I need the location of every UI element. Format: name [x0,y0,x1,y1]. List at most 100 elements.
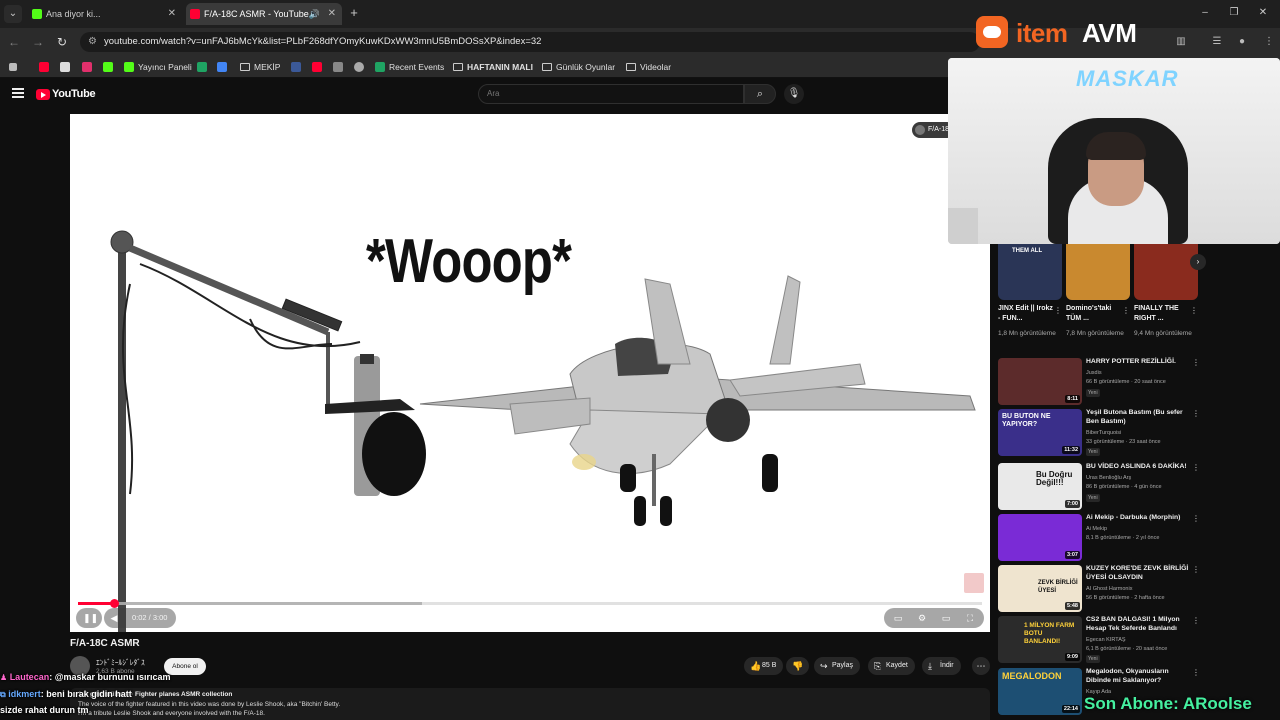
share-button[interactable]: ↪ Paylaş [814,657,861,675]
progress-bar[interactable] [78,599,982,608]
bookmark-youtube2-icon[interactable] [311,59,323,75]
share-icon: ↪ [820,661,828,671]
video-menu-icon[interactable]: ⋮ [1192,514,1200,523]
pause-icon[interactable]: ❚❚ [83,612,98,624]
settings-gear-icon[interactable]: ⚙ [916,612,928,624]
shorts-views: 1,8 Mn görüntüleme [998,330,1056,337]
bookmark-sheets-icon[interactable] [196,59,208,75]
chevron-right-icon[interactable]: › [1190,254,1206,270]
video-title: KUZEY KORE'DE ZEVK BİRLİĞİ ÜYESİ OLSAYDI… [1086,565,1189,581]
channel-name[interactable]: ｴﾝﾄﾞﾐｰﾙｼﾞﾚﾀﾞｽ [96,657,145,668]
video-channel: Egecan KIRTAŞ [1086,637,1126,643]
volume-icon[interactable]: ◀ [108,612,120,624]
bookmark-x-icon[interactable] [59,59,71,75]
video-menu-icon[interactable]: ⋮ [1192,463,1200,472]
theater-mode-icon[interactable]: ▭ [940,612,952,624]
video-channel: Jusdis [1086,370,1102,376]
reload-icon[interactable]: ↻ [54,34,70,50]
bookmark-icon: ⎘ [874,661,882,671]
kick-icon [124,62,134,72]
recommended-video[interactable]: BU BUTON NE YAPIYOR? 11:32 Yeşil Butona B… [998,409,1208,459]
chat-badge-icon: ♟ [0,673,8,682]
recommended-video[interactable]: 3:07 Ai Mekip - Darbuka (Morphin) Ai Mek… [998,514,1208,564]
bookmark-prime-icon[interactable] [216,59,228,75]
video-title: Megalodon, Okyanusların Dibinde mi Sakla… [1086,668,1169,684]
url-text: youtube.com/watch?v=unFAJ6bMcYk&list=PLb… [104,36,542,47]
bookmark-kick-icon[interactable] [102,59,114,75]
recommended-video[interactable]: 1 MİLYON FARM BOTU BANLANDI! 9:09 CS2 BAN… [998,616,1208,666]
recommended-video[interactable]: 8:11 HARRY POTTER REZİLLİĞİ. Jusdis 66 B… [998,358,1208,408]
video-title: CS2 BAN DALGASI! 1 Milyon Hesap Tek Sefe… [1086,616,1180,632]
site-info-icon[interactable]: ⚙ [88,36,100,48]
brand-text-item: item [1016,18,1068,48]
subtitles-icon[interactable]: ▭ [892,612,904,624]
channel-branding-thumb[interactable] [964,573,984,593]
streamlabs-icon [375,62,385,72]
bookmark-folder-gunluk-oyunlar[interactable]: Günlük Oyunlar [542,59,615,75]
bookmark-facebook-icon[interactable] [290,59,302,75]
shorts-thumbnail [1066,244,1130,300]
browser-tab-active[interactable]: F/A-18C ASMR - YouTube 🔊 ✕ [186,3,342,25]
speaker-icon[interactable]: 🔊 [309,3,320,25]
streamer-hair [1086,132,1146,160]
like-button[interactable]: 👍 85 B [744,657,784,675]
bookmark-folder-videolar[interactable]: Videolar [626,59,671,75]
youtube-favicon-icon [190,9,200,19]
microphone-icon[interactable]: 🎙 [784,84,804,104]
close-tab-icon[interactable]: ✕ [168,3,176,25]
webcam-lamp [948,208,978,244]
forward-icon[interactable]: → [30,34,46,50]
video-menu-icon[interactable]: ⋮ [1192,668,1200,677]
address-bar[interactable]: ⚙ youtube.com/watch?v=unFAJ6bMcYk&list=P… [80,32,980,52]
video-channel: Uras Benlioğlu Arş [1086,475,1132,481]
search-input[interactable]: Ara [478,84,744,104]
search-icon[interactable]: ⌕ [744,84,776,104]
bookmark-instagram-icon[interactable] [81,59,93,75]
video-menu-icon[interactable]: ⋮ [1192,616,1200,625]
video-menu-icon[interactable]: ⋮ [1192,565,1200,574]
shorts-title: JINX Edit || Irokz - FUN... [998,305,1053,322]
more-actions-icon[interactable]: ⋯ [972,657,990,675]
video-title: Ai Mekip - Darbuka (Morphin) [1086,514,1181,521]
browser-tab[interactable]: Ana diyor ki... ✕ [28,3,182,25]
description-line: I'm a tribute Leslie Shook and everyone … [78,710,265,717]
bookmark-folder-mekip[interactable]: MEKİP [240,59,280,75]
new-tab-button[interactable]: + [346,4,362,22]
shorts-menu-icon[interactable]: ⋮ [1122,306,1130,315]
webcam-overlay: MASKAR [948,58,1280,244]
fullscreen-icon[interactable]: ⛶ [964,612,976,624]
download-button[interactable]: ⤓ İndir [922,657,961,675]
video-meta: 86 B görüntüleme · 4 gün önce [1086,484,1162,490]
video-menu-icon[interactable]: ⋮ [1192,358,1200,367]
recommended-video[interactable]: ZEVK BİRLİĞİ ÜYESİ 5:48 KUZEY KORE'DE ZEV… [998,565,1208,615]
bookmark-image-icon[interactable] [332,59,344,75]
bookmark-youtube-icon[interactable] [38,59,50,75]
bookmark-folder-haftanin-mali[interactable]: HAFTANIN MALI [453,59,533,75]
new-badge: Yeni [1086,494,1100,502]
video-meta: 33 görüntüleme · 23 saat önce [1086,439,1161,445]
back-icon[interactable]: ← [6,34,22,50]
dislike-button[interactable]: 👎 [786,657,809,675]
video-channel: Ai Mekip [1086,526,1108,532]
bookmark-yayinci-paneli[interactable]: Yayıncı Paneli [124,59,192,75]
close-tab-icon[interactable]: ✕ [328,3,336,25]
description-box[interactable]: 1 B görüntüleme · Fighter planes ASMR co… [70,688,990,720]
hamburger-menu-icon[interactable] [12,88,24,98]
bookmark-recent-events[interactable]: Recent Events [375,59,444,75]
latest-subscriber-ticker: Son Abone: ARoolse [1084,694,1252,713]
video-player[interactable]: *Wooop* F/A-18 ❚❚ ◀ 0:02 / 3:00 ▭ ⚙ ▭ ⛶ [70,114,990,632]
recommended-video[interactable]: Bu Doğru Değil!!! 7:00 BU VİDEO ASLINDA 6… [998,463,1208,513]
video-menu-icon[interactable]: ⋮ [1192,409,1200,418]
recommendations-sidebar: THEM ALL JINX Edit || Irokz - FUN... 1,8… [998,244,1280,720]
kick-favicon-icon [32,9,42,19]
shorts-menu-icon[interactable]: ⋮ [1054,306,1062,315]
apps-icon[interactable] [8,59,20,75]
tab-search-icon[interactable]: ⌄ [4,5,22,23]
shorts-menu-icon[interactable]: ⋮ [1190,306,1198,315]
chat-text: : beni bırak gidin hatt [40,689,132,699]
neon-sign: MASKAR [1076,66,1179,91]
chat-text: sizde rahat durun tm [0,705,89,715]
video-title: F/A-18C ASMR [70,638,140,649]
bookmark-chatgpt-icon[interactable] [353,59,365,75]
save-button[interactable]: ⎘ Kaydet [868,657,915,675]
